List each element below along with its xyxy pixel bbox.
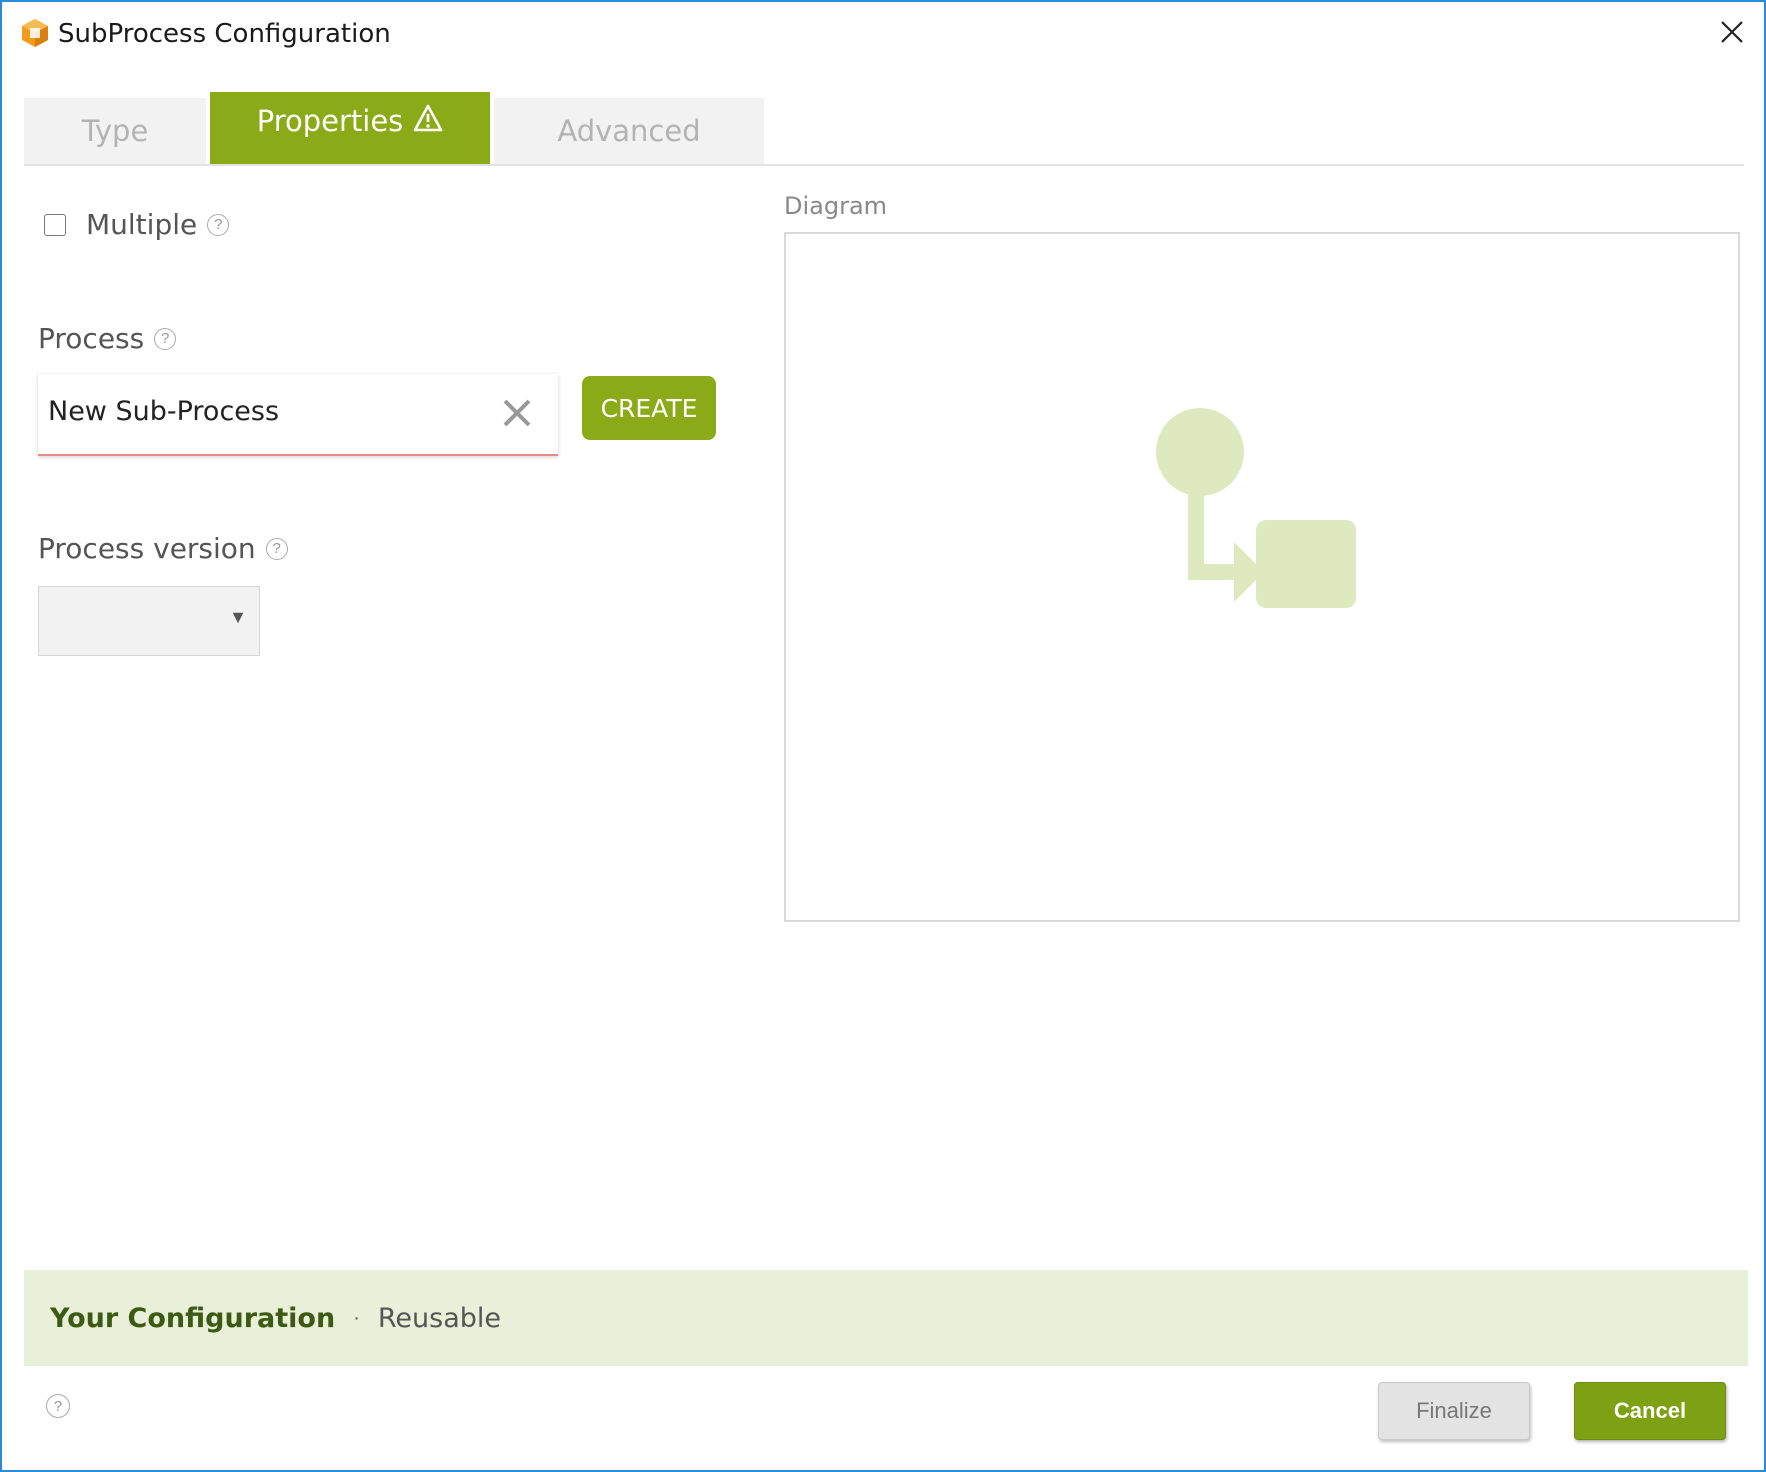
configuration-value: Reusable [377,1302,501,1334]
multiple-checkbox[interactable] [44,213,66,236]
process-label: Process [38,322,145,355]
subprocess-configuration-dialog: SubProcess Configuration Type Properties… [0,0,1766,1472]
help-icon[interactable]: ? [46,1394,70,1418]
cancel-button-label: Cancel [1613,1398,1687,1423]
create-button[interactable]: CREATE [582,376,716,440]
process-field[interactable]: New Sub-Process [38,374,558,456]
help-icon[interactable]: ? [265,537,288,560]
warning-triangle-icon [413,104,443,132]
diagram-panel [784,232,1740,922]
tab-advanced[interactable]: Advanced [494,98,764,164]
process-version-label: Process version [38,532,256,565]
title-bar: SubProcess Configuration [2,2,1764,66]
clear-icon[interactable] [500,396,534,430]
configuration-summary: Your Configuration · Reusable [24,1270,1748,1366]
process-field-value: New Sub-Process [48,396,280,427]
help-icon[interactable]: ? [154,327,177,350]
configuration-title: Your Configuration [50,1302,336,1334]
tab-properties-label: Properties [256,104,404,138]
tab-type-label: Type [81,114,149,148]
process-version-select[interactable]: ▼ [38,586,260,656]
tab-advanced-label: Advanced [557,114,701,148]
configuration-separator: · [353,1306,360,1329]
tab-type[interactable]: Type [24,98,206,164]
close-icon[interactable] [1714,14,1750,50]
window-title: SubProcess Configuration [58,19,391,49]
multiple-label: Multiple [86,208,198,241]
help-icon[interactable]: ? [207,213,230,236]
create-button-label: CREATE [600,393,698,423]
finalize-button[interactable]: Finalize [1378,1382,1530,1440]
cancel-button[interactable]: Cancel [1574,1382,1726,1440]
process-cube-icon [22,19,48,47]
finalize-button-label: Finalize [1416,1398,1492,1423]
process-label-row: Process ? [38,322,177,355]
process-version-label-row: Process version ? [38,532,288,565]
tab-properties[interactable]: Properties [210,92,490,164]
multiple-row: Multiple ? [44,208,230,241]
chevron-down-icon: ▼ [229,607,247,627]
subprocess-diagram-icon [1156,408,1356,608]
tab-bar: Type Properties Advanced [24,92,1744,166]
diagram-label: Diagram [784,192,888,220]
